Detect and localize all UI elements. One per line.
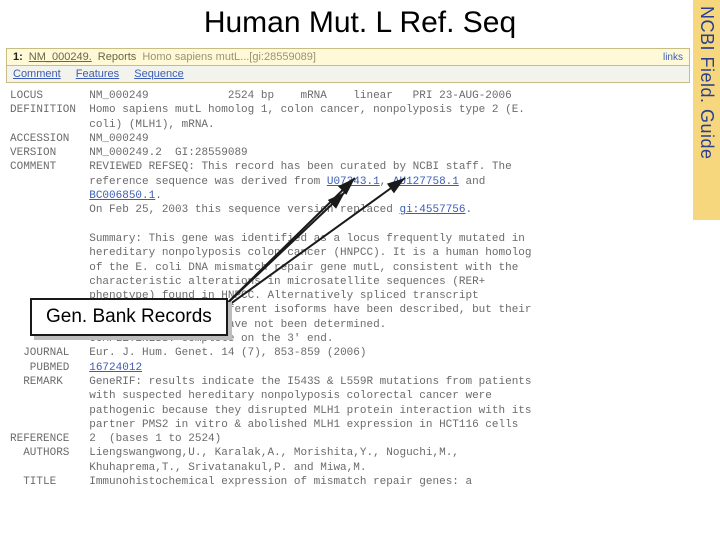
link-gi[interactable]: gi:4557756 bbox=[399, 204, 465, 216]
remark-line-4: partner PMS2 in vitro & abolished MLH1 e… bbox=[89, 419, 518, 431]
definition-key: DEFINITION bbox=[10, 104, 76, 116]
title-key: TITLE bbox=[10, 476, 56, 488]
pubmed-key: PUBMED bbox=[10, 362, 69, 374]
feature-tabs: Comment Features Sequence bbox=[6, 66, 690, 83]
tab-comment[interactable]: Comment bbox=[13, 68, 61, 80]
journal-key: JOURNAL bbox=[10, 347, 69, 359]
summary-reports[interactable]: Reports bbox=[98, 51, 137, 63]
page-heading: Human Mut. L Ref. Seq bbox=[0, 0, 720, 42]
version-key: VERSION bbox=[10, 147, 56, 159]
summary-line-4: characteristic alterations in microsatel… bbox=[89, 276, 485, 288]
record-area: 1: NM_000249. Reports Homo sapiens mutL.… bbox=[6, 48, 690, 489]
summary-title: Homo sapiens mutL...[gi:28559089] bbox=[142, 51, 316, 63]
remark-line-2: with suspected hereditary nonpolyposis c… bbox=[89, 390, 492, 402]
tab-features[interactable]: Features bbox=[76, 68, 119, 80]
summary-accession[interactable]: NM_000249. bbox=[29, 51, 92, 63]
link-bc006850[interactable]: BC006850.1 bbox=[89, 190, 155, 202]
version-value: NM_000249.2 GI:28559089 bbox=[89, 147, 247, 159]
summary-line-3: of the E. coli DNA mismatch repair gene … bbox=[89, 262, 518, 274]
reference-key: REFERENCE bbox=[10, 433, 69, 445]
journal-value: Eur. J. Hum. Genet. 14 (7), 853-859 (200… bbox=[89, 347, 366, 359]
tab-sequence[interactable]: Sequence bbox=[134, 68, 184, 80]
flat-file: LOCUS NM_000249 2524 bp mRNA linear PRI … bbox=[6, 83, 690, 489]
comment-key: COMMENT bbox=[10, 161, 56, 173]
definition-value-1: Homo sapiens mutL homolog 1, colon cance… bbox=[89, 104, 525, 116]
definition-value-2: coli) (MLH1), mRNA. bbox=[89, 119, 214, 131]
summary-line-2: hereditary nonpolyposis colon cancer (HN… bbox=[89, 247, 531, 259]
accession-key: ACCESSION bbox=[10, 133, 69, 145]
accession-value: NM_000249 bbox=[89, 133, 148, 145]
comment-line-1: REVIEWED REFSEQ: This record has been cu… bbox=[89, 161, 511, 173]
link-au127758[interactable]: AU127758.1 bbox=[393, 176, 459, 188]
side-label-ncbi: NCBI Field. Guide bbox=[693, 0, 720, 220]
remark-key: REMARK bbox=[10, 376, 63, 388]
link-u07343[interactable]: U07343.1 bbox=[327, 176, 380, 188]
authors-line-1: Liengswangwong,U., Karalak,A., Morishita… bbox=[89, 447, 459, 459]
comment-line-2a: reference sequence was derived from bbox=[89, 176, 327, 188]
summary-index: 1: bbox=[13, 51, 23, 63]
authors-line-2: Khuhaprema,T., Srivatanakul,P. and Miwa,… bbox=[89, 462, 366, 474]
comment-line-4a: On Feb 25, 2003 this sequence version re… bbox=[89, 204, 399, 216]
summary-links[interactable]: Links bbox=[663, 52, 683, 63]
authors-key: AUTHORS bbox=[10, 447, 69, 459]
summary-line-1: Summary: This gene was identified as a l… bbox=[89, 233, 525, 245]
summary-bar: 1: NM_000249. Reports Homo sapiens mutL.… bbox=[6, 48, 690, 66]
locus-value: NM_000249 2524 bp mRNA linear PRI 23-AUG… bbox=[89, 90, 511, 102]
title-value: Immunohistochemical expression of mismat… bbox=[89, 476, 472, 488]
reference-value: 2 (bases 1 to 2524) bbox=[89, 433, 221, 445]
link-pubmed[interactable]: 16724012 bbox=[89, 362, 142, 374]
remark-line-1: GeneRIF: results indicate the I543S & L5… bbox=[89, 376, 531, 388]
remark-line-3: pathogenic because they disrupted MLH1 p… bbox=[89, 405, 531, 417]
locus-key: LOCUS bbox=[10, 90, 43, 102]
genbank-records-label: Gen. Bank Records bbox=[30, 298, 228, 336]
